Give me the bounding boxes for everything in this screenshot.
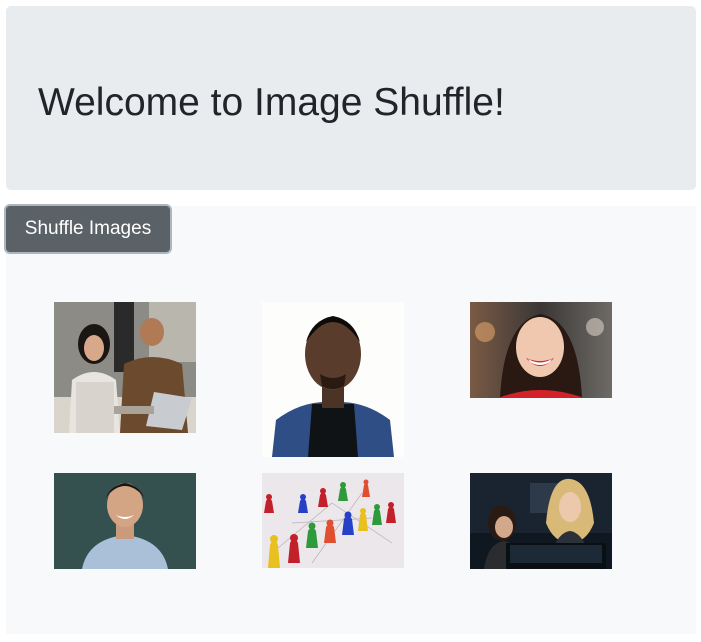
coworkers-laptop-image xyxy=(54,302,196,433)
two-women-computer-image xyxy=(470,473,612,569)
colored-game-pieces-image xyxy=(262,473,404,568)
welcome-banner: Welcome to Image Shuffle! xyxy=(6,6,696,190)
image-gallery: Shuffle Images xyxy=(4,204,696,634)
smiling-woman-red-image xyxy=(470,302,612,398)
shuffle-images-button[interactable]: Shuffle Images xyxy=(4,204,172,254)
man-blue-blazer-image xyxy=(262,302,404,457)
page-title: Welcome to Image Shuffle! xyxy=(38,81,505,124)
smiling-man-blue-shirt-image xyxy=(54,473,196,569)
